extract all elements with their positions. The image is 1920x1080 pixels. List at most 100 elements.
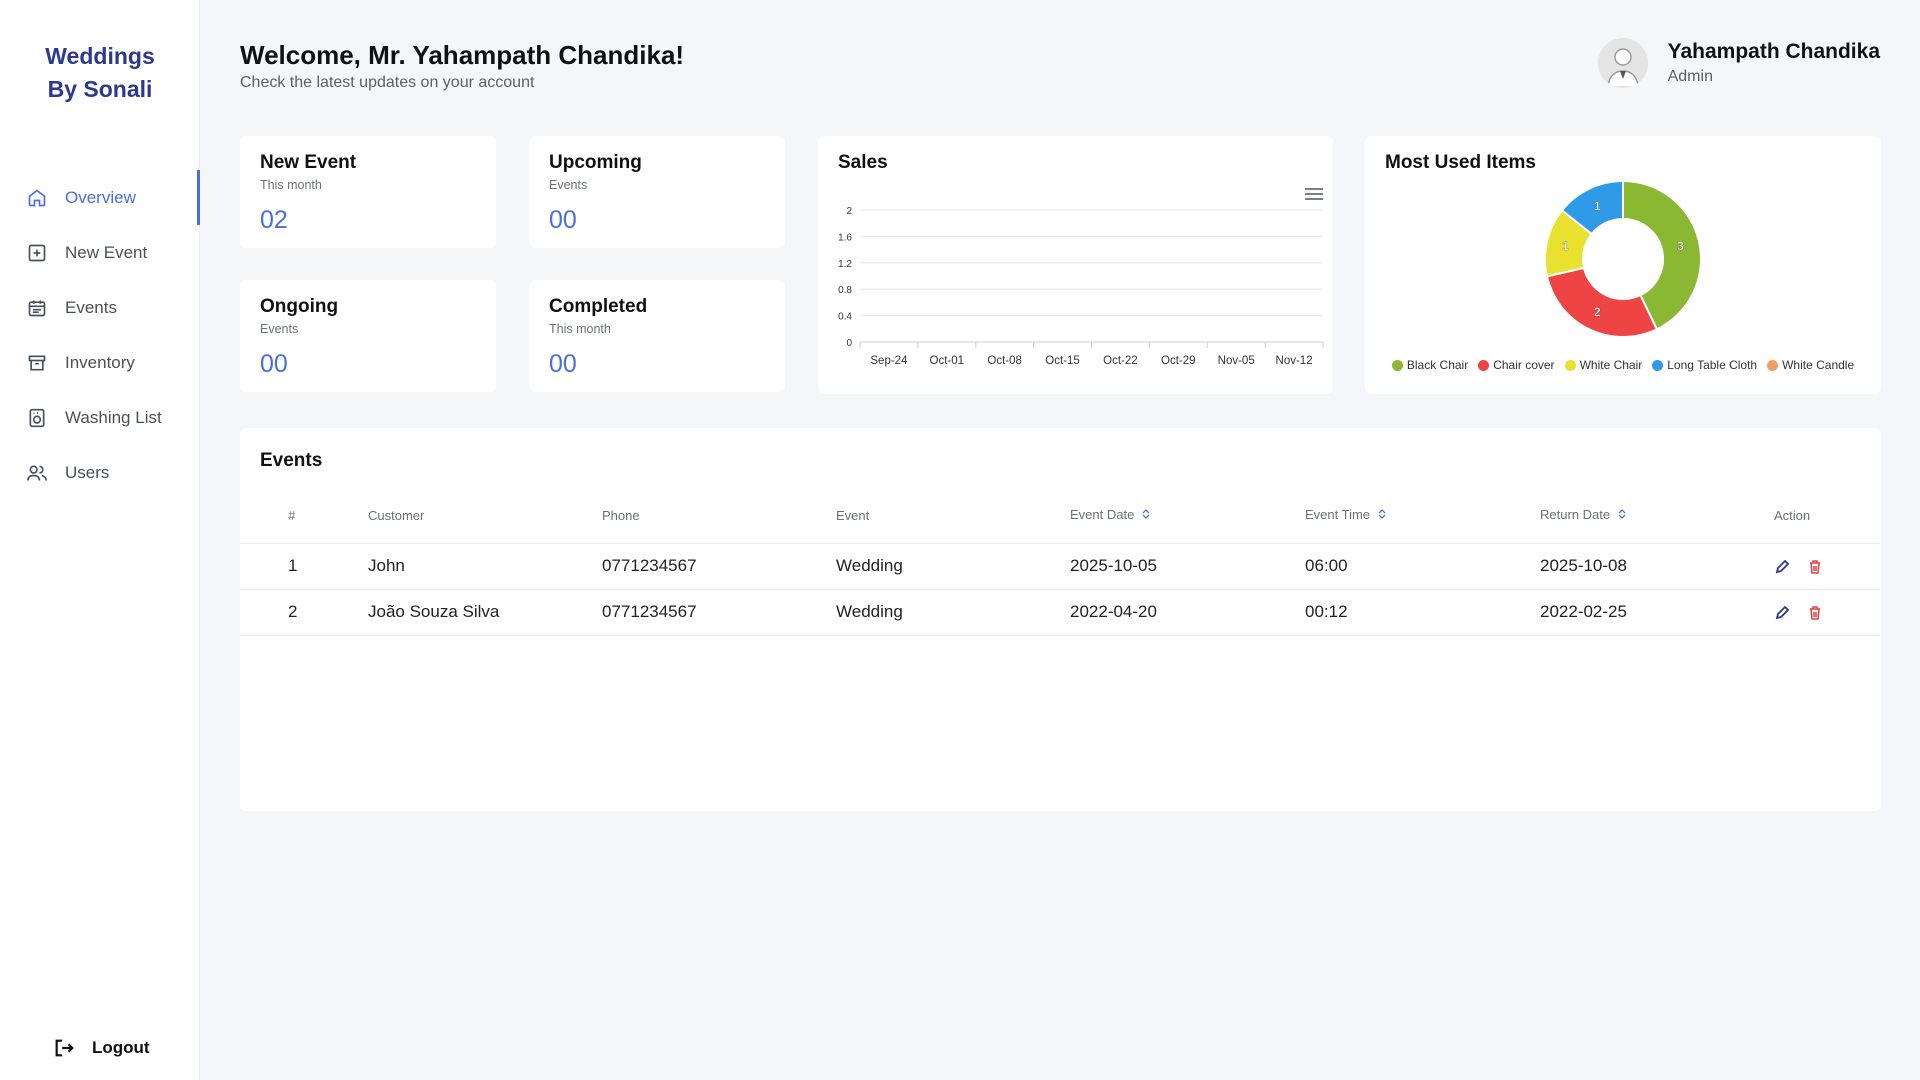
legend-item[interactable]: Chair cover — [1478, 358, 1555, 372]
sort-icon[interactable] — [1378, 508, 1386, 523]
slice-value-label: 1 — [1594, 199, 1601, 213]
cell-phone: 0771234567 — [602, 589, 836, 636]
column-header-event-date[interactable]: Event Date — [1070, 488, 1305, 544]
sidebar-item-events[interactable]: Events — [0, 280, 200, 335]
stat-title: Upcoming — [549, 152, 642, 173]
pie-slice[interactable] — [1545, 266, 1659, 338]
y-tick-label: 1.2 — [838, 259, 852, 270]
sidebar: Weddings By Sonali Overview New Event Ev… — [0, 0, 200, 1080]
most-used-items-card: Most Used Items 3211 Black Chair Chair co… — [1365, 136, 1881, 394]
cell-customer: John — [368, 543, 602, 590]
sidebar-item-new-event[interactable]: New Event — [0, 225, 200, 280]
slice-value-label: 2 — [1594, 305, 1601, 319]
column-header-return-date[interactable]: Return Date — [1540, 488, 1774, 544]
cell-event-time: 00:12 — [1305, 589, 1540, 636]
stat-value: 02 — [260, 206, 288, 234]
slice-value-label: 1 — [1562, 239, 1569, 253]
y-tick-label: 0.4 — [838, 312, 852, 323]
edit-icon[interactable] — [1774, 559, 1790, 575]
cell-phone: 0771234567 — [602, 543, 836, 590]
sidebar-item-label: Inventory — [65, 352, 135, 372]
users-icon — [26, 462, 48, 484]
stat-value: 00 — [549, 350, 577, 378]
sidebar-nav: Overview New Event Events Inventory Wash… — [0, 170, 200, 500]
column-header-phone: Phone — [602, 488, 836, 544]
stat-title: Ongoing — [260, 296, 339, 317]
column-header-label: Event Time — [1305, 507, 1371, 523]
legend-item[interactable]: White Chair — [1564, 358, 1642, 372]
page-title: Welcome, Mr. Yahampath Chandika! — [240, 40, 685, 70]
cell-event-time: 06:00 — [1305, 543, 1540, 590]
stat-subtitle: This month — [260, 178, 322, 192]
logout-icon — [52, 1036, 76, 1060]
sales-chart: 0 0.4 0.8 1.2 1.6 2 Sep-24 Oct-01 Oct-08 Oct-15 Oc… — [838, 206, 1324, 367]
avatar[interactable] — [1597, 38, 1648, 88]
edit-icon[interactable] — [1774, 605, 1790, 621]
legend-item[interactable]: Long Table Cloth — [1652, 358, 1757, 372]
stat-title: New Event — [260, 152, 357, 173]
stat-card-ongoing: Ongoing Events 00 — [240, 280, 496, 392]
column-header-event-time[interactable]: Event Time — [1305, 488, 1540, 544]
delete-icon[interactable] — [1807, 559, 1823, 575]
home-icon — [26, 187, 48, 209]
brand-logo[interactable]: Weddings By Sonali — [0, 40, 200, 106]
sales-chart-card: Sales 0 0.4 0.8 1.2 1.6 2 Sep-24 Oct-01 Oct-08 Oc… — [818, 136, 1333, 394]
page-subtitle: Check the latest updates on your account — [240, 74, 535, 91]
events-table: # Customer Phone Event Event Date Event … — [240, 488, 1880, 636]
cell-return-date: 2025-10-08 — [1540, 543, 1774, 590]
column-header-event: Event — [836, 488, 1070, 544]
legend-item[interactable]: Black Chair — [1391, 358, 1469, 372]
sidebar-item-overview[interactable]: Overview — [0, 170, 200, 225]
stat-card-completed: Completed This month 00 — [529, 280, 785, 392]
cell-event: Wedding — [836, 589, 1070, 636]
sidebar-item-inventory[interactable]: Inventory — [0, 335, 200, 390]
plus-square-icon — [26, 242, 48, 264]
brand-line-1: Weddings — [45, 43, 155, 69]
x-tick-label: Nov-05 — [1218, 355, 1255, 367]
cell-actions — [1774, 589, 1880, 636]
column-header-action: Action — [1774, 488, 1880, 544]
stat-card-upcoming: Upcoming Events 00 — [529, 136, 785, 248]
cell-event-date: 2022-04-20 — [1070, 589, 1305, 636]
column-header-label: Return Date — [1540, 507, 1611, 523]
legend-marker — [1564, 359, 1576, 371]
cell-number: 1 — [240, 543, 368, 590]
sort-icon[interactable] — [1142, 508, 1150, 523]
calendar-icon — [26, 297, 48, 319]
stat-card-new-event: New Event This month 02 — [240, 136, 496, 248]
events-table-card: Events # Customer Phone Event Event Date… — [240, 428, 1881, 811]
profile-name: Yahampath Chandika — [1667, 40, 1880, 63]
stat-subtitle: Events — [260, 322, 299, 336]
most-used-donut-chart: 3 2 1 1 — [1544, 179, 1702, 338]
legend-label: Chair cover — [1493, 358, 1555, 372]
delete-icon[interactable] — [1807, 605, 1823, 621]
sort-icon[interactable] — [1618, 508, 1626, 523]
legend-item[interactable]: White Candle — [1767, 358, 1854, 372]
column-header-label: Event Date — [1070, 507, 1135, 523]
sidebar-item-label: New Event — [65, 242, 148, 262]
legend-marker — [1391, 359, 1403, 371]
cell-customer: João Souza Silva — [368, 589, 602, 636]
sidebar-item-label: Overview — [65, 187, 136, 207]
logout-button[interactable]: Logout — [52, 1036, 150, 1060]
legend-marker — [1478, 359, 1490, 371]
cell-event: Wedding — [836, 543, 1070, 590]
x-tick-label: Oct-22 — [1103, 355, 1138, 367]
x-tick-label: Oct-01 — [930, 355, 965, 367]
profile-role: Admin — [1667, 68, 1713, 85]
stat-value: 00 — [549, 206, 577, 234]
y-tick-label: 0.8 — [838, 285, 852, 296]
sidebar-item-label: Washing List — [65, 407, 162, 427]
legend-label: Black Chair — [1406, 358, 1469, 372]
stat-title: Completed — [549, 296, 648, 317]
sidebar-item-label: Events — [65, 297, 117, 317]
x-tick-label: Nov-12 — [1276, 355, 1313, 367]
slice-value-label: 3 — [1677, 239, 1684, 253]
user-profile[interactable]: Yahampath Chandika Admin — [1597, 38, 1880, 88]
sidebar-item-users[interactable]: Users — [0, 445, 200, 500]
brand-line-2: By Sonali — [47, 76, 153, 102]
sidebar-item-washing-list[interactable]: Washing List — [0, 390, 200, 445]
cell-actions — [1774, 543, 1880, 590]
chart-legend: Black Chair Chair cover White Chair Long Ta… — [1365, 358, 1881, 372]
table-row: 2 João Souza Silva 0771234567 Wedding 20… — [240, 589, 1880, 636]
